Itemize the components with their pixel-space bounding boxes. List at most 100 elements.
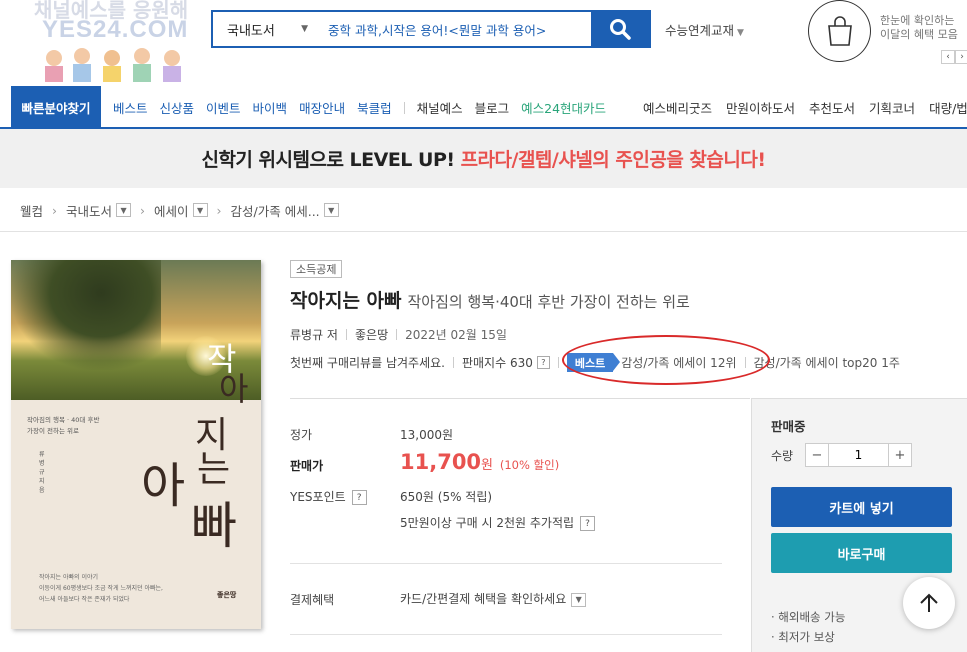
top20-link[interactable]: 감성/가족 에세이 top20 1주 (754, 354, 900, 371)
sales-index: 판매지수 630 (461, 356, 533, 370)
chevron-right-icon[interactable]: › (955, 50, 967, 64)
nav-divider (403, 101, 405, 114)
sale-price-value: 11,700 (400, 450, 482, 474)
nav-item-channelyes[interactable]: 채널예스 (417, 98, 463, 117)
yes-point-extra: 5만원이상 구매 시 2천원 추가적립? (400, 514, 596, 531)
cover-title-char: 아 (141, 458, 186, 514)
breadcrumb-home[interactable]: 웰컴 (20, 201, 43, 220)
search-icon (610, 19, 631, 40)
nav-item-buyback[interactable]: 바이백 (253, 98, 288, 117)
cover-blurb: 이등이게 60평생보다 조금 작게 느껴지던 아빠는, (39, 585, 163, 592)
product-meta: 류병규 저 좋은땅 2022년 02월 15일 (290, 326, 507, 343)
lowest-price-note: · 최저가 보상 (771, 630, 835, 644)
chevron-down-icon: ▼ (571, 592, 587, 607)
breadcrumb-family-essay[interactable]: 감성/가족 에세... (231, 201, 320, 220)
highlight-circle (562, 335, 770, 385)
overseas-shipping-note: · 해외배송 가능 (771, 610, 846, 624)
book-cover[interactable]: 작 아 지 는 아 빠 작아짐의 행복 · 40대 후반 가장이 전하는 위로 … (11, 260, 261, 629)
list-price-value: 13,000원 (400, 428, 454, 442)
buy-now-button[interactable]: 바로구매 (771, 533, 952, 573)
chevron-down-icon: ▼ (737, 28, 744, 38)
header: 채널예스를 응원해 YES24.COM 국내도서 ▼ 수능연계교재▼ (0, 0, 967, 86)
add-to-cart-button[interactable]: 카트에 넣기 (771, 487, 952, 527)
nav-item-special[interactable]: 기획코너 (869, 98, 915, 117)
logo[interactable]: 채널예스를 응원해 YES24.COM (30, 0, 200, 82)
banner-highlight-text: 프라다/갤텝/샤넬의 주인공을 찾습니다! (460, 149, 766, 171)
arrow-up-icon (920, 593, 938, 612)
quantity-input[interactable] (828, 444, 889, 466)
quick-category-button[interactable]: 빠른분야찾기 (11, 86, 101, 129)
chevron-down-icon[interactable]: ▼ (323, 203, 339, 217)
cover-subtitle: 작아짐의 행복 · 40대 후반 (27, 416, 100, 424)
chevron-down-icon: ▼ (301, 24, 308, 34)
cover-blurb: 어느새 아들보다 작은 존재가 되었다 (39, 596, 130, 603)
suneung-label: 수능연계교재 (665, 23, 735, 38)
help-icon[interactable]: ? (536, 356, 550, 369)
quantity-stepper: − + (805, 443, 912, 467)
main-nav: 빠른분야찾기 베스트 신상품 이벤트 바이백 매장안내 북클럽 채널예스 블로그… (0, 86, 967, 129)
nav-item-new[interactable]: 신상품 (160, 98, 195, 117)
yes-point-value: 650원 (5% 적립) (400, 490, 493, 504)
product-title: 작아지는 아빠 작아짐의 행복·40대 후반 가장이 전하는 위로 (290, 286, 690, 313)
nav-item-bulk[interactable]: 대량/법인 (929, 98, 967, 117)
tax-deduction-badge: 소득공제 (290, 260, 343, 278)
publisher-link[interactable]: 좋은땅 (355, 326, 388, 343)
chevron-left-icon[interactable]: ‹ (941, 50, 955, 64)
banner-main-text: 신학기 위시템으로 LEVEL UP! (201, 149, 455, 171)
breadcrumb-essay[interactable]: 에세이 (154, 201, 189, 220)
benefit-line2: 이달의 혜택 모음 (880, 28, 958, 41)
quantity-label: 수량 (771, 449, 794, 463)
nav-item-blog[interactable]: 블로그 (475, 98, 510, 117)
nav-item-goods[interactable]: 예스베리굿즈 (643, 98, 712, 117)
nav-item-recommended[interactable]: 추천도서 (809, 98, 855, 117)
breadcrumb-domestic[interactable]: 국내도서 (66, 201, 112, 220)
logo-illustration (45, 48, 181, 82)
promo-banner[interactable]: 신학기 위시템으로 LEVEL UP! 프라다/갤텝/샤넬의 주인공을 찾습니다… (0, 129, 967, 188)
increment-button[interactable]: + (889, 444, 911, 466)
search-bar: 국내도서 ▼ (211, 10, 651, 48)
cover-title-char: 빠 (191, 497, 237, 555)
help-icon[interactable]: ? (580, 516, 596, 531)
cover-author: 류병규 지음 (39, 451, 45, 494)
suneung-dropdown[interactable]: 수능연계교재 ▼ (665, 20, 744, 39)
nav-item-bookclub[interactable]: 북클럽 (357, 98, 392, 117)
search-button[interactable] (591, 12, 649, 46)
monthly-benefit-banner[interactable]: 한눈에 확인하는 이달의 혜택 모음 ‹ › (808, 0, 967, 70)
sale-price: 11,700원 (10% 할인) (400, 450, 559, 474)
search-category-label: 국내도서 (227, 23, 275, 39)
yes-point-label: YES포인트? (290, 488, 367, 505)
chevron-down-icon[interactable]: ▼ (116, 203, 132, 217)
sale-status: 판매중 (771, 419, 806, 434)
cover-title-char: 아 (219, 370, 249, 408)
decrement-button[interactable]: − (806, 444, 828, 466)
nav-item-hyundaicard[interactable]: 예스24현대카드 (521, 98, 606, 117)
shopping-bag-icon (808, 0, 871, 62)
nav-item-best[interactable]: 베스트 (113, 98, 148, 117)
help-icon[interactable]: ? (351, 490, 367, 505)
payment-benefit-label: 결제혜택 (290, 593, 335, 607)
review-prompt-link[interactable]: 첫번째 구매리뷰를 남겨주세요. (290, 354, 445, 371)
list-price-label: 정가 (290, 428, 313, 442)
search-input[interactable] (318, 12, 591, 46)
cover-publisher: 좋은땅 (217, 591, 237, 599)
logo-text: YES24.COM (42, 16, 189, 43)
scroll-to-top-button[interactable] (903, 577, 955, 629)
sale-price-label: 판매가 (290, 459, 324, 473)
cover-blurb: 작아지는 아빠의 이야기 (39, 574, 99, 581)
search-category-select[interactable]: 국내도서 ▼ (213, 12, 318, 46)
product-subtitle: 작아짐의 행복·40대 후반 가장이 전하는 위로 (407, 293, 690, 311)
breadcrumb: 웰컴 › 국내도서 ▼ › 에세이 ▼ › 감성/가족 에세... ▼ (20, 196, 339, 224)
product-title-main: 작아지는 아빠 (290, 290, 402, 312)
chevron-down-icon[interactable]: ▼ (192, 203, 208, 217)
cover-title-char: 는 (197, 449, 231, 490)
nav-item-store[interactable]: 매장안내 (299, 98, 345, 117)
author-link[interactable]: 류병규 저 (290, 326, 338, 343)
nav-item-event[interactable]: 이벤트 (206, 98, 241, 117)
publish-date: 2022년 02월 15일 (405, 328, 507, 342)
sale-price-unit: 원 (481, 458, 494, 473)
benefit-line1: 한눈에 확인하는 (880, 14, 955, 27)
nav-item-under10k[interactable]: 만원이하도서 (726, 98, 795, 117)
payment-benefit-dropdown[interactable]: 카드/간편결제 혜택을 확인하세요 ▼ (400, 590, 587, 607)
discount-rate: (10% 할인) (499, 458, 560, 472)
cover-subtitle: 가장이 전하는 위로 (27, 427, 79, 435)
